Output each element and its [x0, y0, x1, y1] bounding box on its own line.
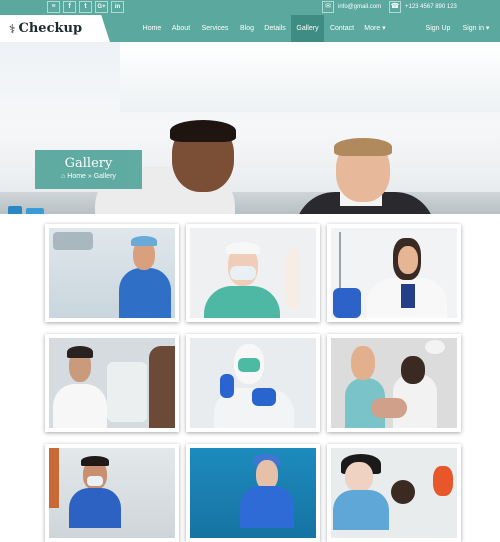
gallery-photo-lab-doctor[interactable] — [49, 448, 175, 538]
logo[interactable]: ⚕ Checkup — [0, 15, 110, 42]
nav-gallery[interactable]: Gallery — [291, 15, 324, 42]
gallery-item[interactable] — [327, 334, 461, 432]
sign-in-link[interactable]: Sign in ▾ — [458, 15, 494, 42]
gallery-item[interactable] — [186, 444, 320, 542]
gallery-photo-eye-exam[interactable] — [49, 338, 175, 428]
gallery-photo-nurse-mask-gloves[interactable] — [190, 228, 316, 318]
lab-bottle — [26, 208, 44, 214]
envelope-icon: ✉ — [322, 1, 334, 13]
google-plus-icon[interactable]: G+ — [95, 1, 108, 13]
hero-banner: Gallery ⌂ Home » Gallery — [0, 42, 500, 214]
nav-home[interactable]: Home — [138, 15, 166, 42]
page-title: Gallery — [64, 156, 113, 171]
rss-icon[interactable]: ≡ — [47, 1, 60, 13]
sign-up-link[interactable]: Sign Up — [420, 15, 456, 42]
gallery-item[interactable] — [186, 334, 320, 432]
linkedin-icon[interactable]: in — [111, 1, 124, 13]
gallery-item[interactable] — [45, 224, 179, 322]
nav-contact[interactable]: Contact — [326, 15, 358, 42]
gallery-item[interactable] — [45, 334, 179, 432]
page-title-box: Gallery ⌂ Home » Gallery — [35, 150, 142, 189]
gallery-item[interactable] — [327, 444, 461, 542]
logo-text: Checkup — [18, 21, 83, 36]
nav-about[interactable]: About — [167, 15, 195, 42]
gallery-item[interactable] — [45, 444, 179, 542]
hero-background — [120, 42, 500, 112]
social-links: ≡ f t G+ in — [47, 1, 124, 13]
stethoscope-icon: ⚕ — [9, 21, 16, 36]
main-navbar: ⚕ Checkup Home About Services Blog Detai… — [0, 15, 500, 42]
phone-icon: ☎ — [389, 1, 401, 13]
gallery-photo-dentist-with-equipment[interactable] — [331, 228, 457, 318]
gallery-photo-dental-treatment[interactable] — [331, 338, 457, 428]
nav-blog[interactable]: Blog — [235, 15, 259, 42]
lab-bottle — [8, 206, 22, 214]
twitter-icon[interactable]: t — [79, 1, 92, 13]
gallery-photo-dentist-patient[interactable] — [331, 448, 457, 538]
student-hair — [334, 138, 392, 156]
gallery-item[interactable] — [186, 224, 320, 322]
phone-text[interactable]: +123 4567 890 123 — [405, 4, 457, 10]
gallery-photo-surgeon-blue-gloves[interactable] — [190, 338, 316, 428]
nav-details[interactable]: Details — [261, 15, 289, 42]
phone-contact[interactable]: ☎ +123 4567 890 123 — [389, 1, 457, 13]
breadcrumb[interactable]: ⌂ Home » Gallery — [35, 173, 142, 180]
gallery-item[interactable] — [327, 224, 461, 322]
gallery-photo-doctor-blue-scrubs[interactable] — [49, 228, 175, 318]
nav-services[interactable]: Services — [197, 15, 233, 42]
top-bar: ≡ f t G+ in ✉ info@gmail.com ☎ +123 4567… — [0, 0, 500, 15]
facebook-icon[interactable]: f — [63, 1, 76, 13]
doctor-hair — [170, 120, 236, 142]
nav-more[interactable]: More ▾ — [360, 15, 390, 42]
email-contact[interactable]: ✉ info@gmail.com — [322, 1, 381, 13]
gallery-photo-surgeon-blue-background[interactable] — [190, 448, 316, 538]
email-text[interactable]: info@gmail.com — [338, 4, 381, 10]
